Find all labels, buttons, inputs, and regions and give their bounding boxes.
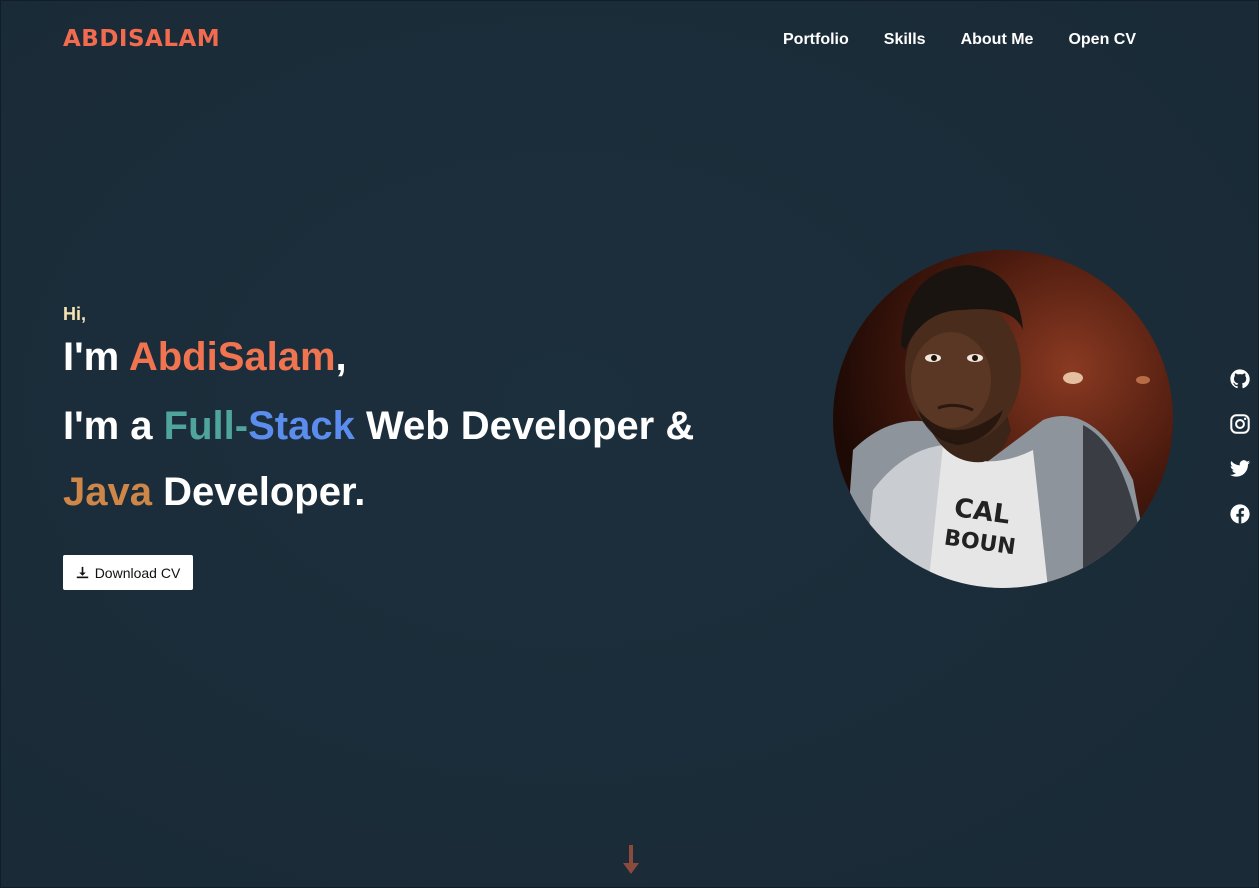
site-logo[interactable]: ABDISALAM <box>63 26 220 52</box>
hero-text: I'm a <box>63 404 164 448</box>
nav-item-portfolio[interactable]: Portfolio <box>783 31 849 49</box>
hero-name: AbdiSalam <box>128 335 336 379</box>
hero-heading-line-2: I'm a Full-Stack Web Developer & <box>63 393 694 459</box>
hero-text: , <box>335 335 347 379</box>
hero-text: Developer. <box>151 470 366 514</box>
hero-highlight-stack: Stack <box>248 404 355 448</box>
social-links <box>1229 368 1251 525</box>
hero-greeting: Hi, <box>63 304 87 324</box>
profile-photo: CAL BOUN <box>833 250 1173 588</box>
nav-item-open-cv[interactable]: Open CV <box>1068 31 1136 49</box>
nav-item-skills[interactable]: Skills <box>884 31 926 49</box>
nav-item-about-me[interactable]: About Me <box>961 31 1034 49</box>
hero-highlight-full: Full- <box>163 404 249 448</box>
facebook-icon[interactable] <box>1229 503 1251 525</box>
twitter-icon[interactable] <box>1229 458 1251 480</box>
main-nav: Portfolio Skills About Me Open CV <box>783 31 1171 49</box>
hero-heading-line-3: Java Developer. <box>63 459 694 525</box>
download-icon <box>76 566 88 579</box>
hero-heading-line-1: I'm AbdiSalam, <box>63 333 694 381</box>
github-icon[interactable] <box>1229 368 1251 390</box>
hero-section: Hi, I'm AbdiSalam, I'm a Full-Stack Web … <box>63 304 694 525</box>
instagram-icon[interactable] <box>1229 413 1251 435</box>
arrow-down-icon[interactable] <box>622 845 640 875</box>
hero-text: I'm <box>63 335 129 379</box>
download-cv-label: Download CV <box>94 564 181 581</box>
hero-highlight-java: Java <box>63 470 152 514</box>
download-cv-button[interactable]: Download CV <box>63 555 193 590</box>
hero-text: Web Developer & <box>354 404 695 448</box>
